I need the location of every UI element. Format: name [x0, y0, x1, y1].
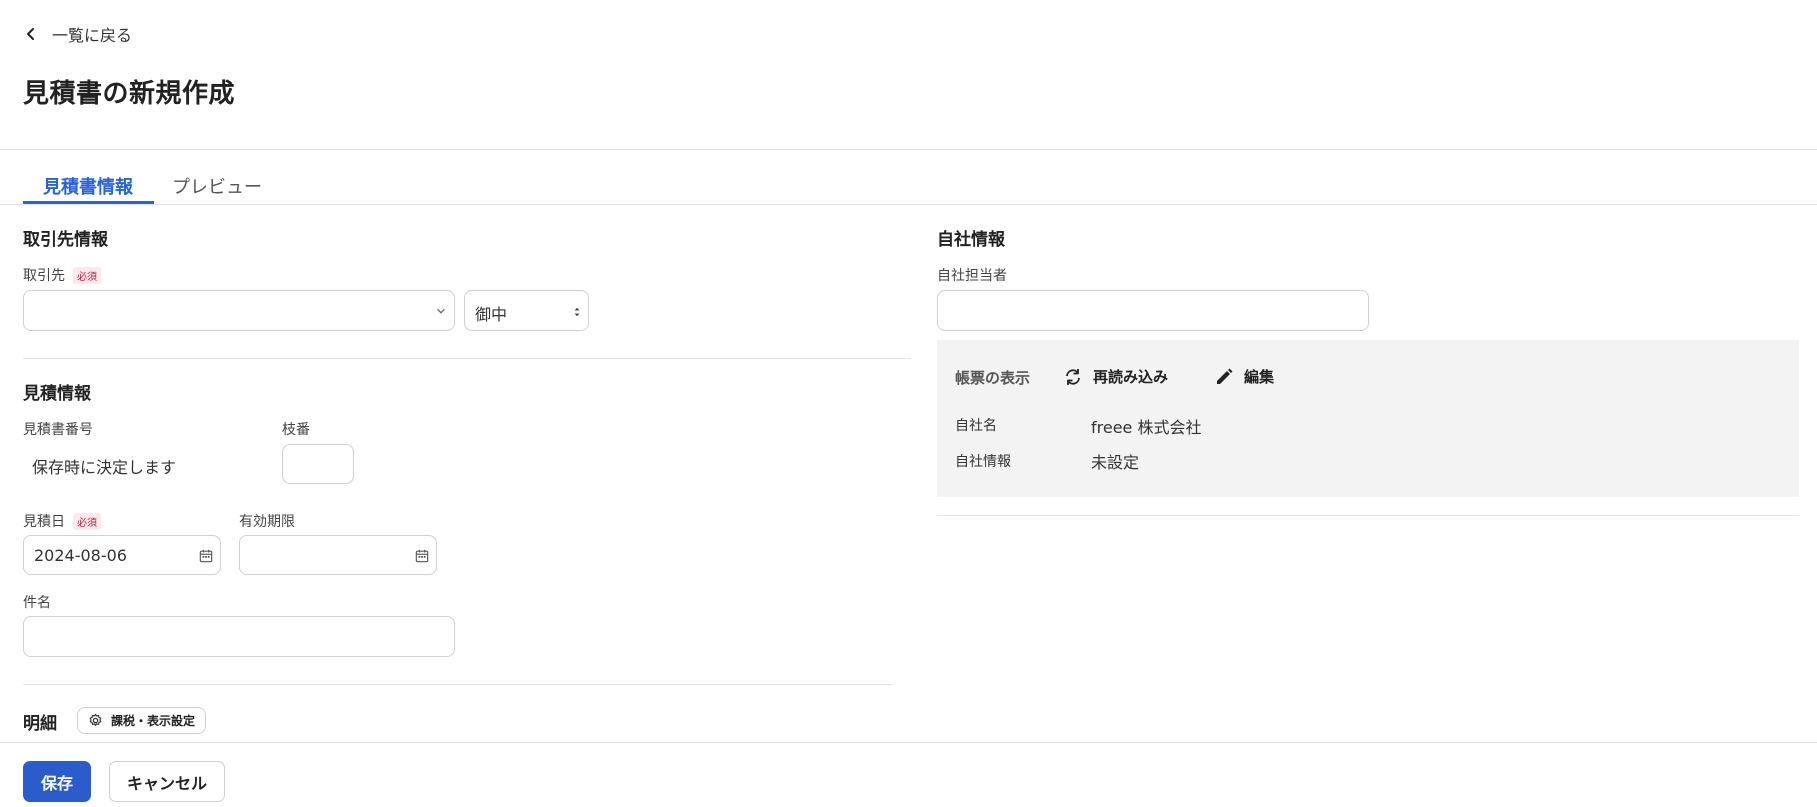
header-divider: [0, 149, 1817, 150]
partner-label-text: 取引先: [23, 268, 65, 284]
company-name-label: 自社名: [955, 418, 997, 434]
subject-label: 件名: [23, 595, 51, 611]
refresh-icon: [1063, 367, 1083, 387]
quote-section-title: 見積情報: [23, 384, 91, 404]
subject-input[interactable]: [23, 616, 455, 657]
branch-number-label: 枝番: [282, 422, 310, 438]
company-info-value: 未設定: [1091, 453, 1140, 472]
chevron-down-icon: [434, 304, 448, 318]
honorific-value: 御中: [475, 305, 508, 324]
save-button[interactable]: 保存: [23, 761, 91, 802]
back-link[interactable]: 一覧に戻る: [24, 22, 132, 46]
details-section-title: 明細: [23, 714, 57, 734]
company-person-input[interactable]: [937, 290, 1369, 331]
tab-preview[interactable]: プレビュー: [172, 173, 262, 199]
company-info-label: 自社情報: [955, 454, 1011, 470]
reload-button[interactable]: 再読み込み: [1063, 366, 1168, 387]
branch-number-input[interactable]: [282, 444, 354, 484]
tab-quote-info[interactable]: 見積書情報: [43, 173, 133, 199]
quote-date-input[interactable]: 2024-08-06: [23, 535, 221, 575]
tax-display-settings-button[interactable]: 課税・表示設定: [77, 707, 207, 734]
quote-number-label: 見積書番号: [23, 422, 93, 438]
partner-section-title: 取引先情報: [23, 230, 108, 250]
required-badge: 必須: [73, 512, 101, 530]
edit-label: 編集: [1244, 368, 1275, 386]
section-divider: [23, 684, 893, 685]
tabs-divider: [0, 204, 1817, 205]
quote-date-label: 見積日 必須: [23, 511, 101, 531]
company-name-value: freee 株式会社: [1091, 418, 1202, 437]
company-section-divider: [937, 515, 1799, 516]
partner-select[interactable]: [23, 290, 455, 331]
company-section-title: 自社情報: [937, 230, 1005, 250]
calendar-icon[interactable]: [414, 548, 430, 564]
select-arrows-icon: [572, 304, 582, 320]
partner-label: 取引先 必須: [23, 265, 101, 285]
tax-display-settings-label: 課税・表示設定: [111, 714, 196, 728]
section-divider: [23, 358, 911, 359]
calendar-icon[interactable]: [198, 548, 214, 564]
chevron-left-icon: [24, 27, 38, 41]
gear-icon: [88, 713, 103, 728]
quote-number-value: 保存時に決定します: [32, 458, 177, 477]
back-link-label: 一覧に戻る: [52, 26, 133, 45]
expiry-date-label: 有効期限: [239, 514, 295, 530]
document-display-label: 帳票の表示: [955, 369, 1031, 387]
cancel-button[interactable]: キャンセル: [109, 761, 225, 802]
document-display-panel: 帳票の表示 再読み込み 編集 自社名 freee 株式会社 自社情報 未設定: [937, 340, 1799, 497]
quote-date-value: 2024-08-06: [34, 546, 127, 565]
honorific-select[interactable]: 御中: [464, 290, 589, 331]
page-title: 見積書の新規作成: [23, 79, 236, 109]
footer-divider: [0, 742, 1817, 743]
pencil-icon: [1214, 367, 1234, 387]
company-person-label: 自社担当者: [937, 268, 1007, 284]
required-badge: 必須: [73, 266, 101, 284]
expiry-date-input[interactable]: [239, 535, 437, 575]
edit-button[interactable]: 編集: [1214, 366, 1274, 387]
reload-label: 再読み込み: [1093, 368, 1169, 386]
quote-date-label-text: 見積日: [23, 514, 65, 530]
